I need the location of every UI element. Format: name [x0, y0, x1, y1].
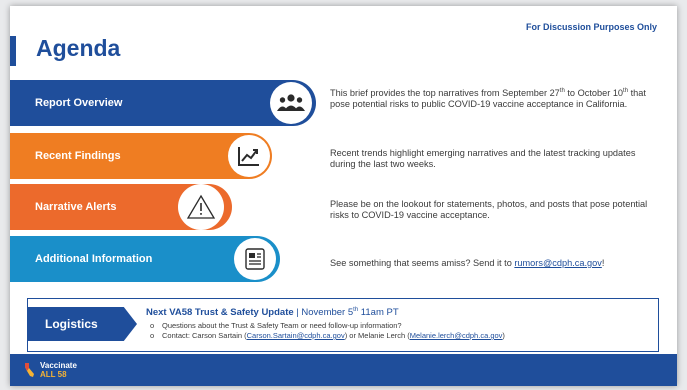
agenda-row-report-overview: Report Overview	[10, 80, 330, 126]
melanie-email-link[interactable]: Melanie.lerch@cdph.ca.gov	[410, 331, 503, 340]
carson-email-link[interactable]: Carson.Sartain@cdph.ca.gov	[247, 331, 345, 340]
california-map-icon	[25, 363, 34, 377]
trend-chart-icon	[228, 135, 270, 177]
agenda-label: Recent Findings	[35, 150, 121, 162]
list-item: o Contact: Carson Sartain (Carson.Sartain…	[150, 331, 505, 340]
agenda-label: Additional Information	[35, 253, 153, 265]
agenda-text-narrative-alerts: Please be on the lookout for statements,…	[330, 199, 648, 220]
logistics-box: Logistics Next VA58 Trust & Safety Updat…	[27, 298, 659, 352]
agenda-text-recent-findings: Recent trends highlight emerging narrati…	[330, 148, 636, 169]
agenda-label: Narrative Alerts	[35, 201, 117, 213]
document-icon	[234, 238, 276, 280]
vaccinate-all-58-logo: Vaccinate ALL 58	[24, 361, 77, 379]
agenda-row-additional-information: Additional Information	[10, 236, 300, 282]
agenda-row-narrative-alerts: Narrative Alerts	[10, 184, 250, 230]
people-group-icon	[270, 82, 312, 124]
slide: For Discussion Purposes Only Agenda Repo…	[10, 6, 677, 386]
agenda-text-report-overview: This brief provides the top narratives f…	[330, 88, 646, 110]
logistics-list: o Questions about the Trust & Safety Team…	[150, 321, 505, 341]
next-update-heading: Next VA58 Trust & Safety Update | Novemb…	[146, 307, 399, 319]
agenda-label: Report Overview	[35, 97, 123, 109]
warning-triangle-icon	[178, 184, 224, 230]
title-accent-bar	[10, 36, 16, 66]
page-title: Agenda	[36, 35, 121, 61]
footer-bar: Vaccinate ALL 58	[10, 354, 677, 386]
discussion-note: For Discussion Purposes Only	[525, 22, 657, 32]
rumors-email-link[interactable]: rumors@cdph.ca.gov	[514, 258, 601, 268]
agenda-text-additional-information: See something that seems amiss? Send it …	[330, 258, 605, 268]
agenda-row-recent-findings: Recent Findings	[10, 133, 290, 179]
logistics-label: Logistics	[27, 307, 137, 341]
list-item: o Questions about the Trust & Safety Team…	[150, 321, 402, 330]
